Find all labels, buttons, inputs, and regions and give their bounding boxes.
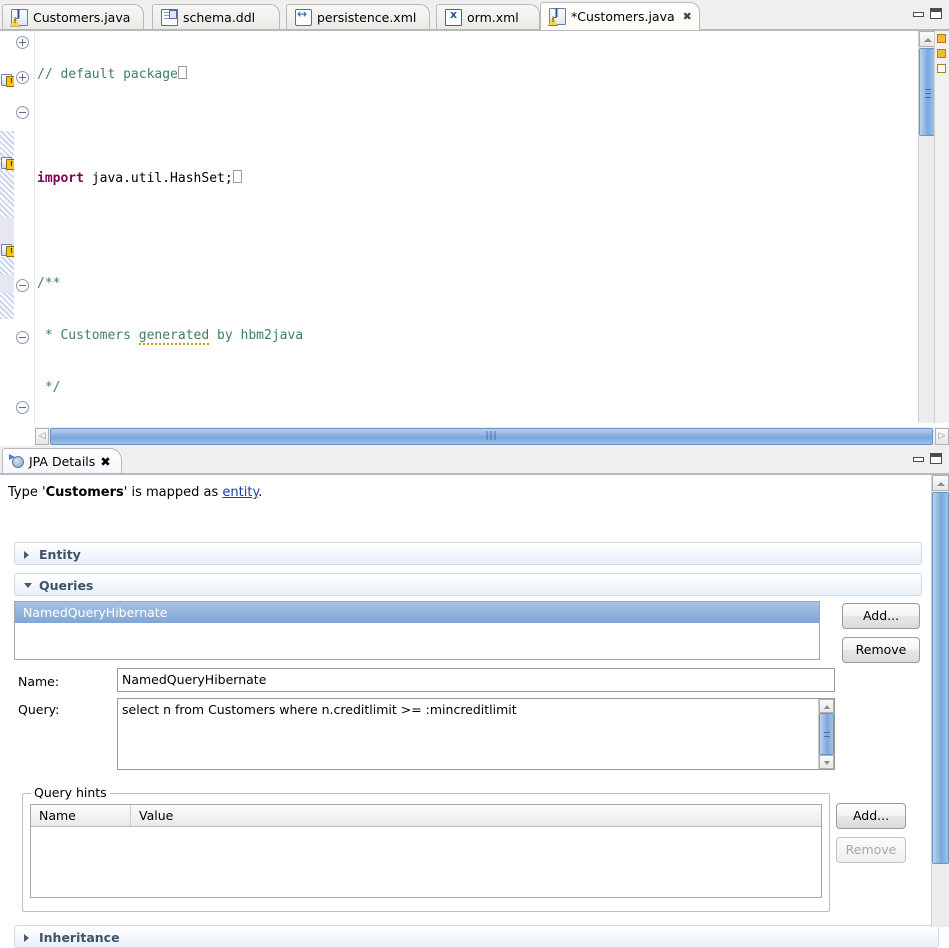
- warning-overview-marker[interactable]: [937, 49, 946, 58]
- query-name-input[interactable]: NamedQueryHibernate: [117, 668, 835, 692]
- query-field-label: Query:: [18, 702, 59, 717]
- scroll-up-icon[interactable]: [919, 31, 935, 47]
- overview-ruler[interactable]: [934, 31, 949, 423]
- column-header-name[interactable]: Name: [31, 805, 131, 826]
- editor-tab-orm-xml[interactable]: orm.xml: [436, 4, 540, 29]
- query-text-value: select n from Customers where n.creditli…: [122, 702, 814, 717]
- jpa-details-body: Type 'Customers' is mapped as entity. En…: [0, 474, 949, 927]
- scroll-left-icon[interactable]: ◁: [35, 428, 49, 445]
- minimize-icon[interactable]: [912, 9, 923, 19]
- java-warning-icon: [11, 9, 28, 26]
- ddl-file-icon: [161, 9, 178, 26]
- scroll-up-icon[interactable]: [819, 699, 834, 713]
- name-field-label: Name:: [18, 674, 59, 689]
- query-hints-group: Query hints Name Value: [22, 793, 830, 912]
- tab-jpa-details[interactable]: JPA Details ✖: [2, 448, 122, 474]
- jpa-details-tab-bar: JPA Details ✖: [0, 446, 949, 474]
- scroll-up-icon[interactable]: [932, 475, 949, 491]
- editor-tab-label: schema.ddl: [183, 10, 255, 25]
- fold-collapse-icon[interactable]: [16, 106, 29, 119]
- java-warning-icon: [549, 8, 566, 25]
- jpa-details-tab-label: JPA Details: [29, 454, 95, 469]
- section-queries[interactable]: Queries: [14, 573, 922, 596]
- eclipse-workbench: Customers.java schema.ddl persistence.xm…: [0, 0, 949, 926]
- maximize-icon[interactable]: [930, 8, 942, 19]
- editor-vertical-scrollbar[interactable]: [918, 31, 935, 423]
- mapped-as-description: Type 'Customers' is mapped as entity.: [8, 485, 262, 500]
- jpa-details-part: JPA Details ✖ Type 'Customers' is mapped…: [0, 446, 949, 926]
- fold-collapse-icon[interactable]: [16, 331, 29, 344]
- editor-part: Customers.java schema.ddl persistence.xm…: [0, 0, 949, 446]
- folding-ruler[interactable]: [14, 31, 35, 423]
- annotation-ruler[interactable]: [0, 31, 14, 423]
- remove-query-button[interactable]: Remove: [842, 637, 920, 663]
- chevron-right-icon: [24, 551, 29, 559]
- section-entity[interactable]: Entity: [14, 542, 922, 565]
- scrollbar-thumb[interactable]: [819, 713, 834, 755]
- code-editor[interactable]: // default package import java.util.Hash…: [0, 30, 949, 447]
- mapped-prefix: Type ': [8, 485, 46, 500]
- maximize-icon[interactable]: [930, 453, 942, 464]
- add-query-button[interactable]: Add...: [842, 603, 920, 629]
- jpa-details-vertical-scrollbar[interactable]: [931, 475, 949, 927]
- mapped-middle: ' is mapped as: [124, 485, 223, 500]
- jpa-details-icon: [9, 454, 24, 469]
- entity-link[interactable]: entity: [222, 485, 258, 500]
- close-icon[interactable]: ✖: [683, 11, 692, 22]
- editor-tab-label: Customers.java: [33, 10, 130, 25]
- editor-horizontal-scrollbar[interactable]: ◁ ||| ▷: [35, 427, 949, 447]
- warning-overview-marker[interactable]: [937, 64, 946, 73]
- editor-tab-label: persistence.xml: [317, 10, 416, 25]
- section-title: Queries: [39, 578, 93, 593]
- query-textarea-scrollbar[interactable]: [818, 699, 834, 769]
- list-item[interactable]: NamedQueryHibernate: [15, 602, 819, 623]
- editor-tab-customers-java-active[interactable]: *Customers.java ✖: [540, 2, 700, 30]
- scroll-down-icon[interactable]: [819, 755, 834, 769]
- query-hints-label: Query hints: [31, 785, 110, 800]
- scrollbar-thumb[interactable]: [932, 492, 949, 864]
- editor-tab-label: orm.xml: [467, 10, 519, 25]
- add-query-hint-button[interactable]: Add...: [836, 803, 906, 829]
- mapped-type-name: Customers: [46, 485, 124, 500]
- section-inheritance[interactable]: Inheritance: [14, 925, 939, 948]
- editor-tab-bar: Customers.java schema.ddl persistence.xm…: [0, 0, 949, 30]
- scroll-right-icon[interactable]: ▷: [935, 428, 949, 445]
- chevron-down-icon: [24, 583, 32, 588]
- editor-tab-persistence-xml[interactable]: persistence.xml: [286, 4, 430, 29]
- fold-expand-icon[interactable]: [16, 71, 29, 84]
- source-text[interactable]: // default package import java.util.Hash…: [35, 31, 918, 423]
- remove-query-hint-button: Remove: [836, 837, 906, 863]
- mapped-suffix: .: [258, 485, 262, 500]
- xml-file-icon: [445, 9, 462, 26]
- warning-overview-marker[interactable]: [937, 34, 946, 43]
- chevron-right-icon: [24, 934, 29, 942]
- minimize-icon[interactable]: [912, 454, 923, 464]
- editor-tab-customers-java-1[interactable]: Customers.java: [2, 4, 144, 29]
- hscrollbar-thumb[interactable]: |||: [50, 428, 933, 445]
- query-textarea[interactable]: select n from Customers where n.creditli…: [117, 698, 835, 770]
- query-hints-table[interactable]: Name Value: [30, 804, 822, 898]
- scrollbar-thumb[interactable]: [919, 48, 935, 136]
- column-header-value[interactable]: Value: [131, 805, 173, 826]
- editor-tab-schema-ddl[interactable]: schema.ddl: [152, 4, 280, 29]
- persistence-xml-icon: [295, 9, 312, 26]
- section-title: Inheritance: [39, 930, 120, 945]
- section-title: Entity: [39, 547, 81, 562]
- current-line-band: [0, 275, 14, 293]
- queries-list[interactable]: NamedQueryHibernate: [14, 601, 820, 660]
- table-header-row: Name Value: [31, 805, 821, 827]
- editor-tab-label: *Customers.java: [571, 9, 675, 24]
- fold-collapse-icon[interactable]: [16, 279, 29, 292]
- close-icon[interactable]: ✖: [100, 454, 110, 469]
- fold-collapse-icon[interactable]: [16, 401, 29, 414]
- fold-expand-icon[interactable]: [16, 36, 29, 49]
